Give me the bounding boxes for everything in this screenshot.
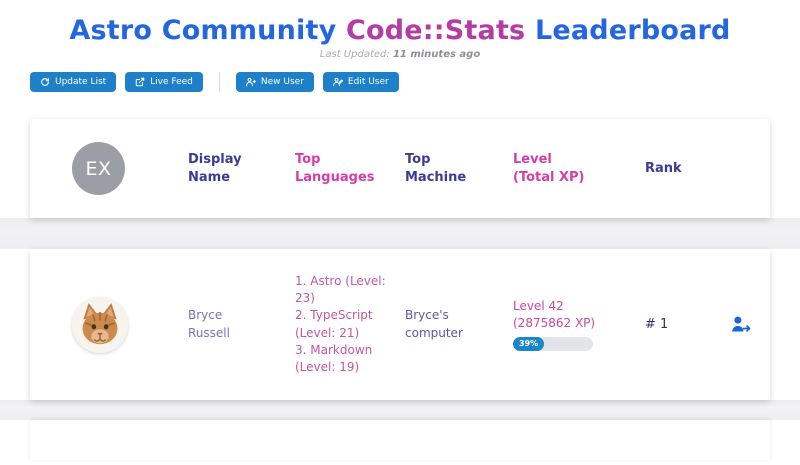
- last-updated-label: Last Updated:: [320, 49, 390, 60]
- update-list-label: Update List: [55, 78, 106, 87]
- person-arrow-right-icon[interactable]: [730, 314, 751, 335]
- toolbar: Update List Live Feed New User Edit User: [30, 72, 800, 92]
- update-list-button[interactable]: Update List: [30, 72, 116, 92]
- column-header-top-machine: Top Machine: [405, 151, 489, 186]
- user-avatar-cat-photo: [72, 297, 128, 353]
- page-title-part-leaderboard: Leaderboard: [535, 15, 731, 46]
- user-plus-icon: [246, 77, 256, 87]
- language-item: 1. Astro (Level: 23): [295, 273, 387, 307]
- column-header-rank: Rank: [645, 160, 729, 178]
- page-title-part-code-stats: Code::Stats: [346, 15, 525, 46]
- language-item: 3. Markdown (Level: 19): [295, 342, 387, 376]
- row-level-line2: (2875862 XP): [513, 315, 645, 332]
- language-item: 2. TypeScript (Level: 21): [295, 307, 387, 341]
- row-top-languages: 1. Astro (Level: 23) 2. TypeScript (Leve…: [295, 273, 387, 375]
- card-gap: [0, 218, 800, 249]
- table-row: Bryce Russell 1. Astro (Level: 23) 2. Ty…: [30, 249, 770, 400]
- table-header-card: EX Display Name Top Languages Top Machin…: [30, 119, 770, 218]
- live-feed-label: Live Feed: [150, 78, 193, 87]
- refresh-icon: [40, 77, 50, 87]
- user-edit-icon: [333, 77, 343, 87]
- page-title-part-astro-community: Astro Community: [69, 15, 336, 46]
- edit-user-label: Edit User: [348, 78, 389, 87]
- row-level: Level 42 (2875862 XP) 39%: [513, 298, 645, 351]
- example-avatar: EX: [72, 142, 125, 195]
- live-feed-button[interactable]: Live Feed: [125, 72, 203, 92]
- edit-user-button[interactable]: Edit User: [323, 72, 399, 92]
- xp-progress-bar: 39%: [513, 337, 593, 351]
- last-updated-value: 11 minutes ago: [393, 49, 480, 60]
- column-header-display-name: Display Name: [188, 151, 272, 186]
- toolbar-divider: [219, 72, 220, 92]
- row-level-line1: Level 42: [513, 298, 645, 315]
- external-link-icon: [135, 77, 145, 87]
- page-title: Astro Community Code::Stats Leaderboard: [0, 15, 800, 46]
- new-user-button[interactable]: New User: [236, 72, 314, 92]
- new-user-label: New User: [261, 78, 304, 87]
- last-updated-text: Last Updated: 11 minutes ago: [0, 49, 800, 60]
- xp-progress-fill: 39%: [513, 337, 544, 351]
- row-rank: # 1: [645, 317, 730, 332]
- table-row-partial: [30, 420, 770, 460]
- row-display-name: Bryce Russell: [188, 307, 250, 342]
- card-gap: [0, 400, 800, 420]
- column-header-top-languages: Top Languages: [295, 151, 379, 186]
- row-top-machine: Bryce's computer: [405, 307, 469, 342]
- column-header-level: Level (Total XP): [513, 151, 597, 186]
